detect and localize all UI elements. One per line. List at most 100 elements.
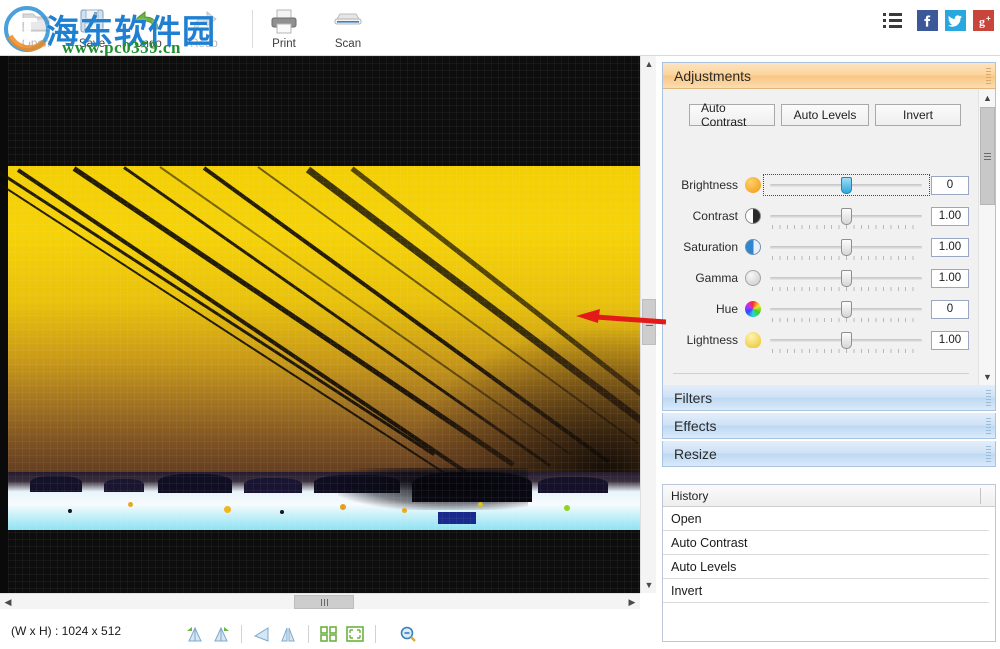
invert-button[interactable]: Invert	[875, 104, 961, 126]
lightness-slider[interactable]	[770, 329, 922, 353]
adjustments-scrollbar[interactable]: ▲ ▼	[978, 90, 995, 385]
edited-photo	[0, 56, 640, 593]
contrast-slider[interactable]	[770, 205, 922, 229]
contrast-label: Contrast	[692, 209, 738, 223]
lightness-slider-thumb[interactable]	[841, 332, 852, 349]
save-button[interactable]: Save	[64, 2, 120, 54]
contrast-slider-ticks	[772, 225, 920, 229]
effects-section-header[interactable]: Effects	[662, 413, 996, 439]
gamma-slider[interactable]	[770, 267, 922, 291]
save-label: Save	[78, 38, 106, 50]
printer-icon	[269, 5, 299, 37]
filters-label: Filters	[674, 389, 713, 406]
slider-row-lightness: Lightness 1.00	[663, 329, 979, 353]
file-tool-group: Open Save Undo Redo	[8, 2, 232, 54]
hue-value[interactable]: 0	[931, 299, 969, 319]
crop-icon[interactable]	[316, 623, 342, 645]
hue-slider-thumb[interactable]	[841, 301, 852, 318]
scan-button[interactable]: Scan	[320, 2, 376, 54]
lightness-slider-ticks	[772, 349, 920, 353]
flip-horizontal-icon[interactable]	[249, 623, 275, 645]
list-menu-icon[interactable]	[883, 13, 902, 28]
contrast-slider-thumb[interactable]	[841, 208, 852, 225]
brightness-value[interactable]: 0	[931, 175, 969, 195]
contrast-half-circle-icon	[745, 208, 761, 224]
slider-row-hue: Hue 0	[663, 298, 979, 322]
zoom-out-icon[interactable]	[395, 623, 421, 645]
open-button[interactable]: Open	[8, 2, 64, 54]
hue-slider-ticks	[772, 318, 920, 322]
facebook-share-icon[interactable]	[917, 10, 938, 31]
saturation-slider-thumb[interactable]	[841, 239, 852, 256]
scroll-down-arrow-icon[interactable]: ▼	[641, 577, 657, 593]
undo-label: Undo	[134, 38, 162, 50]
image-viewport[interactable]	[0, 56, 640, 593]
saturation-value[interactable]: 1.00	[931, 237, 969, 257]
adjustments-title: Adjustments	[674, 67, 752, 84]
adjustments-scroll-up-icon[interactable]: ▲	[979, 90, 996, 106]
twitter-share-icon[interactable]	[945, 10, 966, 31]
main-toolbar: Open Save Undo Redo Print Scan g +	[0, 0, 1000, 56]
history-title: History	[671, 488, 709, 503]
contrast-value[interactable]: 1.00	[931, 206, 969, 226]
gamma-value[interactable]: 1.00	[931, 268, 969, 288]
redo-button[interactable]: Redo	[176, 2, 232, 54]
scroll-up-arrow-icon[interactable]: ▲	[641, 56, 657, 72]
image-editor-window: Open Save Undo Redo Print Scan g + 海东软件园…	[0, 0, 1000, 649]
scroll-right-arrow-icon[interactable]: ▶	[624, 594, 640, 610]
flip-vertical-icon[interactable]	[275, 623, 301, 645]
effects-grip-icon	[986, 418, 991, 434]
resize-section-header[interactable]: Resize	[662, 441, 996, 467]
auto-levels-button[interactable]: Auto Levels	[781, 104, 869, 126]
undo-arrow-icon	[132, 5, 164, 37]
filters-section-header[interactable]: Filters	[662, 385, 996, 411]
effects-label: Effects	[674, 417, 717, 434]
brightness-sun-icon	[745, 177, 761, 193]
history-item-open[interactable]: Open	[663, 507, 989, 531]
slider-row-contrast: Contrast 1.00	[663, 205, 979, 229]
slider-row-saturation: Saturation 1.00	[663, 236, 979, 260]
hue-colorwheel-icon	[745, 301, 761, 317]
history-item-invert[interactable]: Invert	[663, 579, 989, 603]
resize-label: Resize	[674, 445, 717, 462]
saturation-slider[interactable]	[770, 236, 922, 260]
adjustments-scroll-thumb[interactable]	[980, 107, 995, 205]
lightness-value[interactable]: 1.00	[931, 330, 969, 350]
horizontal-scroll-thumb[interactable]	[294, 595, 354, 609]
saturation-icon	[745, 239, 761, 255]
hue-slider[interactable]	[770, 298, 922, 322]
hue-label: Hue	[715, 302, 738, 316]
status-bar: (W x H) : 1024 x 512	[0, 609, 656, 649]
print-label: Print	[272, 38, 296, 50]
canvas-vertical-scrollbar[interactable]: ▲ ▼	[640, 56, 656, 593]
vertical-scroll-thumb[interactable]	[642, 299, 656, 345]
rotate-right-icon[interactable]	[208, 623, 234, 645]
toolbar-right-icons: g +	[883, 10, 994, 31]
adjustments-scroll-down-icon[interactable]: ▼	[979, 369, 996, 385]
undo-button[interactable]: Undo	[120, 2, 176, 54]
redo-label: Redo	[190, 38, 218, 50]
lightness-label: Lightness	[686, 333, 738, 347]
gamma-slider-thumb[interactable]	[841, 270, 852, 287]
auto-buttons-row: Auto Contrast Auto Levels Invert	[689, 101, 961, 129]
folder-open-icon	[21, 5, 51, 37]
scanner-icon	[332, 5, 364, 37]
adjustments-header[interactable]: Adjustments	[663, 63, 995, 89]
print-button[interactable]: Print	[256, 2, 312, 54]
photo-bottom-band	[8, 530, 640, 593]
history-item-auto-levels[interactable]: Auto Levels	[663, 555, 989, 579]
history-item-auto-contrast[interactable]: Auto Contrast	[663, 531, 989, 555]
slider-row-gamma: Gamma 1.00	[663, 267, 979, 291]
rotate-left-icon[interactable]	[182, 623, 208, 645]
open-label: Open	[21, 38, 51, 50]
canvas-horizontal-scrollbar[interactable]: ◀ ▶	[0, 593, 640, 609]
brightness-label: Brightness	[681, 178, 738, 192]
googleplus-share-icon[interactable]: g +	[973, 10, 994, 31]
status-tool-icons	[182, 623, 421, 645]
filters-grip-icon	[986, 390, 991, 406]
lightness-bulb-icon	[745, 332, 761, 348]
auto-contrast-button[interactable]: Auto Contrast	[689, 101, 775, 129]
status-divider-2	[308, 625, 309, 643]
fit-to-window-icon[interactable]	[342, 623, 368, 645]
scroll-left-arrow-icon[interactable]: ◀	[0, 594, 16, 610]
